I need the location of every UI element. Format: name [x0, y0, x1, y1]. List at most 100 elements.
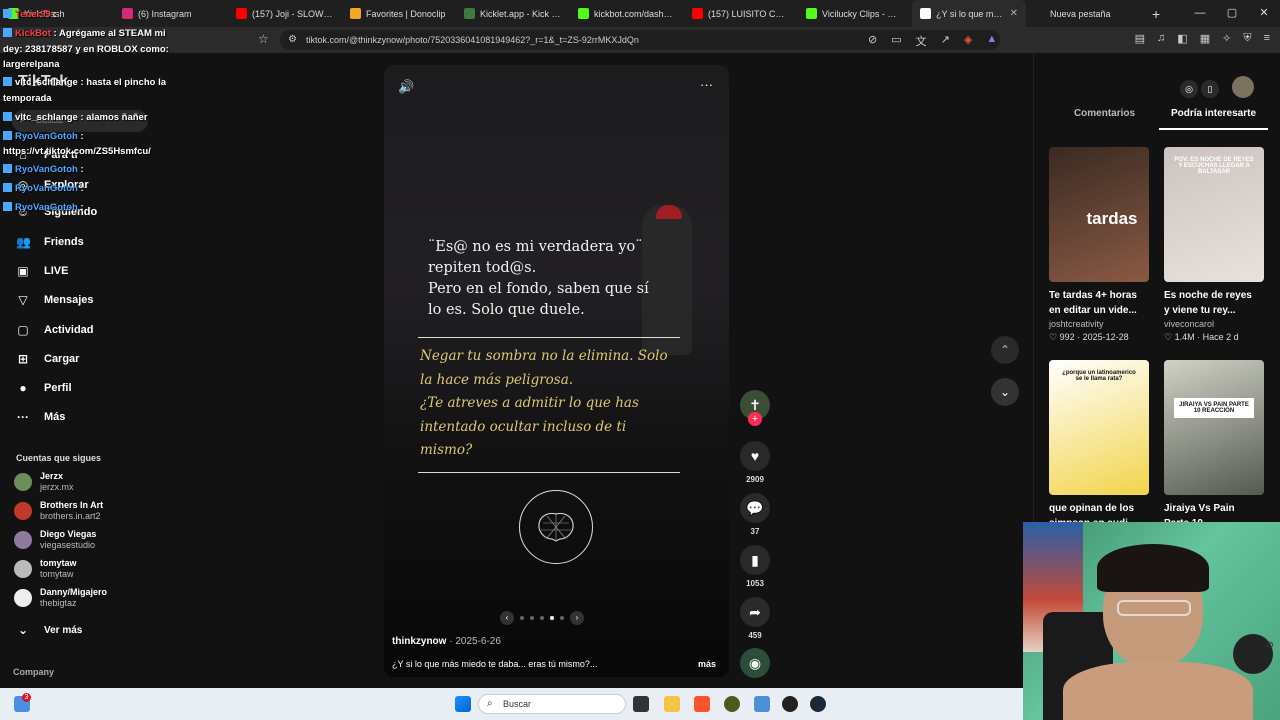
share-button[interactable]: ➦ 459	[738, 597, 772, 640]
see-more-link[interactable]: ⌄ Ver más	[16, 623, 82, 637]
close-window-icon[interactable]: ✕	[1248, 0, 1280, 27]
maximize-icon[interactable]: ▢	[1216, 0, 1248, 27]
more-options-icon[interactable]: ···	[700, 77, 713, 92]
heart-icon[interactable]: ♥	[740, 441, 770, 471]
site-info-icon[interactable]: ⚙	[288, 30, 297, 50]
language-icon[interactable]: 文	[916, 33, 927, 49]
bookmark-icon[interactable]: ▮	[740, 545, 770, 575]
suggested-video-card[interactable]: POV: ES NOCHE DE REYES Y ESCUCHAS LLEGAR…	[1164, 147, 1264, 343]
followed-account[interactable]: tomytaw tomytaw	[14, 558, 77, 580]
app-icon-1[interactable]	[724, 696, 740, 712]
obs-icon[interactable]	[782, 696, 798, 712]
brave-icon[interactable]	[694, 696, 710, 712]
translate-icon[interactable]: ⊘	[868, 33, 877, 49]
suggested-video-card[interactable]: JIRAIYA VS PAIN PARTE 10 REACCIÓN Jiraiy…	[1164, 360, 1264, 531]
chat-text: : hasta el pincho la	[80, 77, 167, 88]
app-icon-2[interactable]	[754, 696, 770, 712]
photo-post-viewer[interactable]: 🔊 ··· ¨Es@ no es mi verdadera yo¨ repite…	[384, 65, 729, 677]
browser-tab[interactable]: Vicilucky Clips - Watch	[798, 0, 912, 27]
volume-icon[interactable]: 🔊	[398, 79, 414, 95]
chat-text: : Agrégame al STEAM mi	[53, 28, 166, 39]
creator-avatar[interactable]: ✝ +	[738, 390, 772, 426]
brave-rewards-icon[interactable]: ▲	[986, 33, 997, 49]
nav-item-live[interactable]: ▣ LIVE	[16, 264, 68, 278]
bookmark-icon[interactable]: ☆	[258, 32, 269, 46]
comment-icon[interactable]: 💬	[740, 493, 770, 523]
share-arrow-icon[interactable]: ➦	[740, 597, 770, 627]
wallet-icon[interactable]: ▦	[1200, 32, 1210, 45]
carousel-dot[interactable]	[560, 616, 564, 620]
suggested-video-card[interactable]: tardas Te tardas 4+ horas en editar un v…	[1049, 147, 1149, 343]
start-icon[interactable]	[455, 696, 471, 712]
nav-item-actividad[interactable]: ▢ Actividad	[16, 323, 93, 337]
new-tab-button[interactable]: +	[1152, 6, 1160, 22]
browser-tab[interactable]: ¿Y si lo que más n ✕	[912, 0, 1026, 27]
right-tab[interactable]: Podría interesarte	[1159, 108, 1268, 130]
card-thumbnail[interactable]: ¿porque un latinoamerico se le llama rat…	[1049, 360, 1149, 495]
file-explorer-icon[interactable]	[664, 696, 680, 712]
vpn-icon[interactable]: ⛨	[1243, 32, 1251, 45]
quote-text: ¨Es@ no es mi verdadera yo¨ repiten tod@…	[428, 239, 649, 318]
followed-account[interactable]: Diego Viegas viegasestudio	[14, 529, 96, 551]
share-count: 459	[748, 631, 762, 640]
browser-tab[interactable]: (6) Instagram	[114, 0, 228, 27]
nav-item-más[interactable]: ··· Más	[16, 410, 65, 424]
share-icon[interactable]: ↗	[941, 33, 950, 49]
chat-username: RyoVanGotoh	[15, 164, 78, 175]
suggested-video-card[interactable]: ¿porque un latinoamerico se le llama rat…	[1049, 360, 1149, 531]
close-overlay-icon[interactable]: ⊗	[1266, 640, 1274, 651]
like-button[interactable]: ♥ 2909	[738, 441, 772, 484]
chat-message: vltc_schlange : alamos ñañer	[3, 112, 148, 123]
followed-account[interactable]: Jerzx jerzx.mx	[14, 471, 74, 493]
carousel-dot[interactable]	[550, 616, 554, 620]
brave-shield-icon[interactable]: ◈	[964, 33, 972, 49]
next-slide-button[interactable]: ›	[570, 611, 584, 625]
coins-icon[interactable]: ◎	[1180, 80, 1198, 98]
sound-disc[interactable]: ◉	[738, 648, 772, 678]
company-link[interactable]: Company	[13, 667, 54, 677]
tab-favicon-icon	[464, 8, 475, 19]
nav-item-perfil[interactable]: ● Perfil	[16, 381, 71, 395]
taskbar-search[interactable]: ⌕ Buscar	[478, 694, 626, 714]
device-icon[interactable]: ▯	[1201, 80, 1219, 98]
browser-tab[interactable]: kickbot.com/dashboa	[570, 0, 684, 27]
minimize-icon[interactable]: —	[1184, 0, 1216, 27]
card-thumbnail[interactable]: JIRAIYA VS PAIN PARTE 10 REACCIÓN	[1164, 360, 1264, 495]
post-author[interactable]: thinkzynow · 2025-6-26	[392, 636, 501, 647]
previous-post-button[interactable]: ⌃	[991, 336, 1019, 364]
right-tab[interactable]: Comentarios	[1050, 108, 1159, 130]
sidebar-toggle-icon[interactable]: ▤	[1135, 32, 1145, 45]
cast-icon[interactable]: ▭	[891, 33, 901, 49]
browser-tab[interactable]: Nueva pestaña	[1026, 0, 1140, 27]
author-name[interactable]: thinkzynow	[392, 636, 446, 647]
nav-item-friends[interactable]: 👥 Friends	[16, 235, 84, 249]
prev-slide-button[interactable]: ‹	[500, 611, 514, 625]
nav-item-mensajes[interactable]: ▽ Mensajes	[16, 293, 93, 307]
carousel-dot[interactable]	[530, 616, 534, 620]
browser-tab[interactable]: (157) Joji - SLOW DAN	[228, 0, 342, 27]
ai-icon[interactable]: ✧	[1222, 32, 1231, 45]
browser-tab[interactable]: (157) LUISITO CAUCHO	[684, 0, 798, 27]
card-thumbnail[interactable]: tardas	[1049, 147, 1149, 282]
close-tab-icon[interactable]: ✕	[1010, 8, 1018, 19]
see-more-description[interactable]: más	[698, 659, 716, 669]
music-disc-icon[interactable]: ◉	[740, 648, 770, 678]
menu-icon[interactable]: ≡	[1264, 32, 1270, 45]
card-thumbnail[interactable]: POV: ES NOCHE DE REYES Y ESCUCHAS LLEGAR…	[1164, 147, 1264, 282]
browser-tab[interactable]: Kicklet.app - Kick Chat	[456, 0, 570, 27]
comment-button[interactable]: 💬 37	[738, 493, 772, 536]
followed-account[interactable]: Brothers In Art brothers.in.art2	[14, 500, 103, 522]
follow-plus-icon[interactable]: +	[748, 412, 762, 426]
carousel-dot[interactable]	[540, 616, 544, 620]
next-post-button[interactable]: ⌄	[991, 378, 1019, 406]
steam-icon[interactable]	[810, 696, 826, 712]
followed-account[interactable]: Danny/Migajero thebigtaz	[14, 587, 107, 609]
browser-tab[interactable]: Favorites | Donoclip	[342, 0, 456, 27]
task-view-icon[interactable]	[633, 696, 649, 712]
nav-item-cargar[interactable]: ⊞ Cargar	[16, 352, 80, 366]
save-button[interactable]: ▮ 1053	[738, 545, 772, 588]
carousel-dot[interactable]	[520, 616, 524, 620]
profile-avatar[interactable]	[1232, 76, 1254, 98]
media-icon[interactable]: ♫	[1157, 32, 1165, 45]
reading-list-icon[interactable]: ◧	[1177, 32, 1187, 45]
